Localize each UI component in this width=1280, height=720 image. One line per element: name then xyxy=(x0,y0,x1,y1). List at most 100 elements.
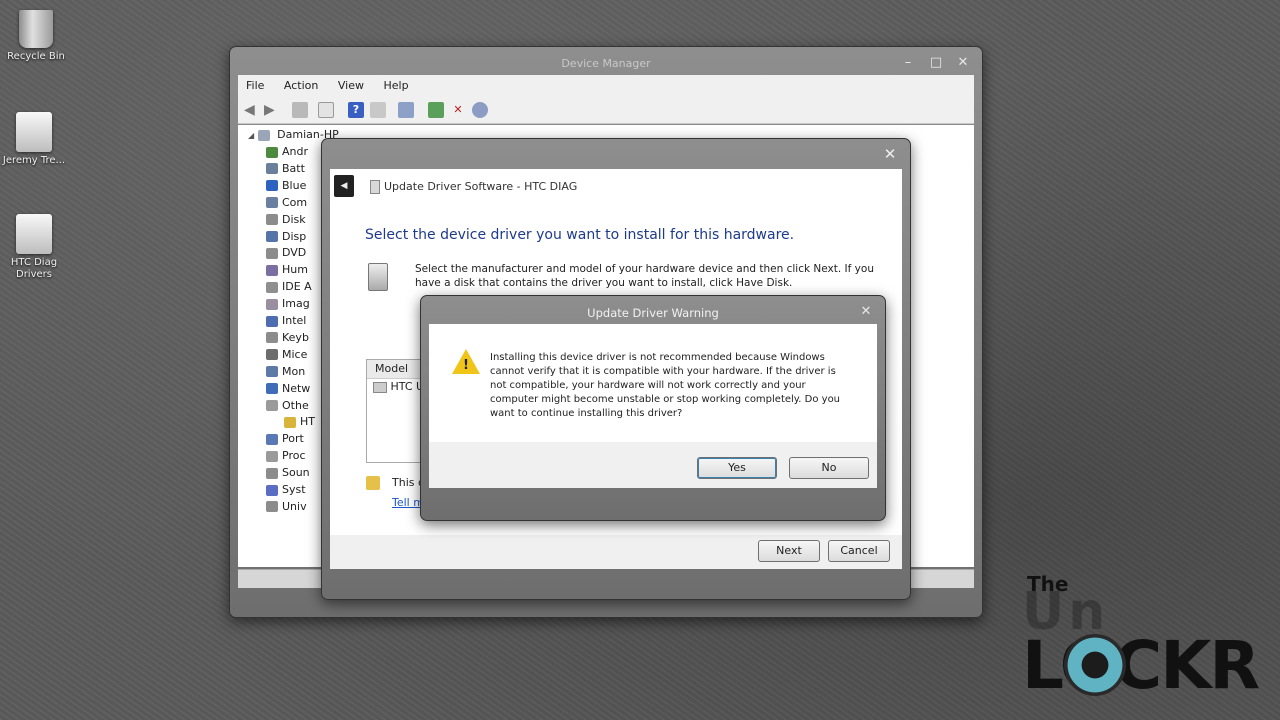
device-category-icon xyxy=(266,433,278,445)
tree-item[interactable]: Port xyxy=(266,431,304,447)
tree-item[interactable]: Andr xyxy=(266,144,308,160)
device-category-icon xyxy=(266,146,278,158)
folder-icon xyxy=(16,214,52,254)
warning-title: Update Driver Warning xyxy=(587,306,719,320)
properties-icon[interactable] xyxy=(292,102,308,118)
recycle-bin-icon xyxy=(19,10,53,48)
device-category-icon xyxy=(266,298,278,310)
device-category-icon xyxy=(266,366,278,378)
cancel-button[interactable]: Cancel xyxy=(828,540,890,562)
desktop-icon-label: Jeremy Tre... xyxy=(2,155,66,166)
no-button[interactable]: No xyxy=(789,457,869,479)
device-category-icon xyxy=(266,450,278,462)
tree-item-label: Disp xyxy=(282,229,307,243)
device-category-icon xyxy=(266,163,278,175)
tree-item[interactable]: Blue xyxy=(266,178,306,194)
hardware-icon xyxy=(368,263,388,291)
tree-item[interactable]: Netw xyxy=(266,381,310,397)
tree-item-label: Blue xyxy=(282,178,307,192)
view-icon[interactable] xyxy=(370,102,386,118)
tree-item[interactable]: Batt xyxy=(266,161,305,177)
tree-item[interactable]: Univ xyxy=(266,499,307,515)
tree-item-label: Intel xyxy=(282,314,307,327)
tree-item[interactable]: HT xyxy=(284,414,315,430)
update-driver-icon[interactable] xyxy=(428,102,444,118)
tree-item-label: IDE A xyxy=(282,280,312,294)
tree-items: Andr Batt Blue Com Disk Disp DVD Hum IDE A Imag In… xyxy=(266,144,326,544)
device-icon xyxy=(373,381,387,393)
tree-item-label: Com xyxy=(282,195,308,209)
lock-dial-icon xyxy=(1064,634,1126,696)
tree-item[interactable]: Syst xyxy=(266,482,306,498)
tree-item-label: Netw xyxy=(282,381,311,395)
minimize-button[interactable]: – xyxy=(899,55,917,71)
menu-bar: File Action View Help xyxy=(238,75,974,97)
enable-device-icon[interactable] xyxy=(472,102,488,118)
tree-item[interactable]: Disk xyxy=(266,212,306,228)
warning-message: Installing this device driver is not rec… xyxy=(490,352,841,419)
tree-item-label: Proc xyxy=(282,449,306,463)
dialog-title: Update Driver Software - HTC DIAG xyxy=(384,180,578,193)
tree-item[interactable]: DVD xyxy=(266,245,306,261)
tree-item[interactable]: Othe xyxy=(266,398,309,414)
device-category-icon xyxy=(266,349,278,361)
tree-item[interactable]: Imag xyxy=(266,296,310,312)
tree-item[interactable]: IDE A xyxy=(266,279,312,295)
desktop-icon-htc-diag[interactable]: HTC Diag Drivers xyxy=(0,214,70,281)
tree-item[interactable]: Disp xyxy=(266,229,306,245)
close-button[interactable]: ✕ xyxy=(954,55,972,71)
computer-icon xyxy=(257,129,270,141)
tree-item-label: Mice xyxy=(282,347,308,361)
warning-body: ! Installing this device driver is not r… xyxy=(429,324,877,442)
tree-item-label: DVD xyxy=(282,246,307,260)
desktop-icon-recycle-bin[interactable]: Recycle Bin xyxy=(0,10,72,63)
back-icon[interactable]: ◀ xyxy=(244,102,260,118)
menu-view[interactable]: View xyxy=(338,75,364,97)
device-category-icon xyxy=(266,400,278,411)
page-description: Select the manufacturer and model of you… xyxy=(415,263,874,289)
back-button[interactable]: ◀ xyxy=(334,175,354,197)
tree-item[interactable]: Com xyxy=(266,195,307,211)
desktop-icon-label: HTC Diag Drivers xyxy=(10,257,58,280)
device-category-icon xyxy=(266,247,278,259)
tree-item[interactable]: Proc xyxy=(266,448,306,464)
tree-item-label: Hum xyxy=(282,263,308,277)
tree-item-label: Soun xyxy=(282,466,310,480)
tree-item[interactable]: Intel xyxy=(266,313,306,329)
menu-help[interactable]: Help xyxy=(383,75,408,97)
device-category-icon xyxy=(266,332,278,344)
uninstall-icon[interactable]: ✕ xyxy=(450,102,466,118)
menu-file[interactable]: File xyxy=(246,75,264,97)
device-category-icon xyxy=(266,484,278,496)
desktop-icon-jeremy[interactable]: Jeremy Tre... xyxy=(0,112,70,167)
logo-line-3: LOCKR xyxy=(1022,627,1260,704)
close-button[interactable]: ✕ xyxy=(857,304,875,320)
tree-item-label: Port xyxy=(282,432,304,446)
device-category-icon xyxy=(266,281,278,293)
scan-hardware-icon[interactable] xyxy=(398,102,414,118)
maximize-button[interactable]: □ xyxy=(927,55,945,71)
device-category-icon xyxy=(266,315,278,327)
folder-icon xyxy=(16,112,52,152)
help-icon[interactable]: ? xyxy=(348,102,364,118)
device-category-icon xyxy=(284,416,296,428)
tree-item-label: Syst xyxy=(282,483,306,496)
tree-item[interactable]: Hum xyxy=(266,262,308,278)
document-icon[interactable] xyxy=(318,102,334,118)
tree-item[interactable]: Soun xyxy=(266,465,310,481)
forward-icon[interactable]: ▶ xyxy=(264,102,280,118)
tree-item-label: Univ xyxy=(282,499,307,513)
tree-item[interactable]: Keyb xyxy=(266,330,309,346)
tree-item-label: Disk xyxy=(282,212,306,226)
menu-action[interactable]: Action xyxy=(284,75,318,97)
desktop-icon-label: Recycle Bin xyxy=(7,51,65,62)
device-category-icon xyxy=(266,197,278,209)
collapse-icon[interactable]: ◢ xyxy=(248,131,254,140)
yes-button[interactable]: Yes xyxy=(697,457,777,479)
tree-item[interactable]: Mice xyxy=(266,347,307,363)
device-category-icon xyxy=(266,231,278,242)
next-button[interactable]: Next xyxy=(758,540,820,562)
tree-item[interactable]: Mon xyxy=(266,364,305,380)
device-category-icon xyxy=(266,264,278,276)
close-button[interactable]: ✕ xyxy=(879,145,901,163)
